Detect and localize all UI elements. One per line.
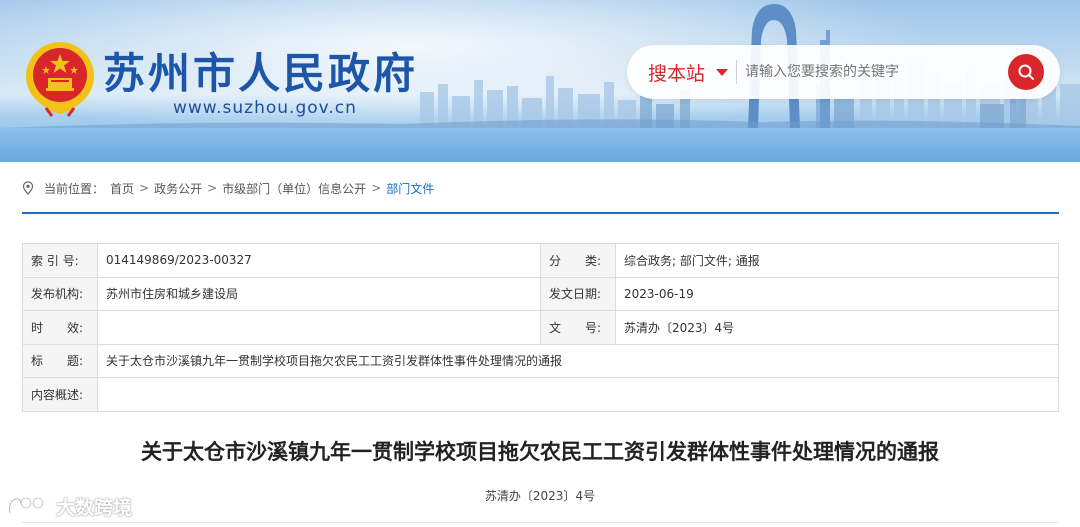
search-icon: [1018, 64, 1034, 80]
title-label: 标 题:: [22, 343, 98, 378]
category-value: 综合政务; 部门文件; 通报: [615, 243, 1059, 278]
breadcrumb-separator: >: [139, 181, 150, 195]
summary-label: 内容概述:: [22, 377, 98, 412]
breadcrumb-separator: >: [371, 181, 382, 195]
validity-label: 时 效:: [22, 310, 98, 345]
table-row: 标 题: 关于太仓市沙溪镇九年一贯制学校项目拖欠农民工工资引发群体性事件处理情况…: [22, 343, 1059, 378]
watermark-text: 大数跨境: [56, 496, 133, 519]
breadcrumb: 当前位置： 首页 > 政务公开 > 市级部门（单位）信息公开 > 部门文件: [22, 179, 434, 197]
breadcrumb-item-dept-files[interactable]: 部门文件: [386, 180, 434, 197]
summary-value: [97, 377, 1059, 412]
search-input[interactable]: [745, 58, 995, 86]
title-value: 关于太仓市沙溪镇九年一贯制学校项目拖欠农民工工资引发群体性事件处理情况的通报: [97, 343, 1059, 378]
location-pin-icon: [22, 181, 34, 195]
breadcrumb-item-home[interactable]: 首页: [110, 180, 134, 197]
table-row: 发布机构: 苏州市住房和城乡建设局 发文日期: 2023-06-19: [22, 276, 1059, 311]
table-row: 索 引 号: 014149869/2023-00327 分 类: 综合政务; 部…: [22, 243, 1059, 278]
search-box: 搜本站: [627, 45, 1060, 99]
docno-label: 文 号:: [540, 310, 616, 345]
table-row: 时 效: 文 号: 苏清办〔2023〕4号: [22, 310, 1059, 345]
date-label: 发文日期:: [540, 276, 616, 311]
category-label: 分 类:: [540, 243, 616, 278]
index-label: 索 引 号:: [22, 243, 98, 278]
search-scope-dropdown[interactable]: 搜本站: [648, 59, 705, 86]
table-row: 内容概述:: [22, 377, 1059, 412]
header-banner: 苏州市人民政府 www.suzhou.gov.cn 搜本站: [0, 0, 1080, 162]
site-title: 苏州市人民政府: [103, 49, 419, 98]
article-doc-number: 苏清办〔2023〕4号: [484, 489, 596, 503]
index-value: 014149869/2023-00327: [97, 243, 541, 278]
brand-logo-icon: [8, 496, 45, 514]
caret-down-icon[interactable]: [716, 69, 728, 76]
article-title: 关于太仓市沙溪镇九年一贯制学校项目拖欠农民工工资引发群体性事件处理情况的通报: [141, 440, 939, 464]
national-emblem-icon: [26, 42, 94, 117]
issuer-label: 发布机构:: [22, 276, 98, 311]
date-value: 2023-06-19: [615, 276, 1059, 311]
breadcrumb-divider: [22, 212, 1059, 214]
docno-value: 苏清办〔2023〕4号: [615, 310, 1059, 345]
site-domain: www.suzhou.gov.cn: [173, 98, 357, 118]
breadcrumb-separator: >: [207, 181, 218, 195]
watermark: 大数跨境: [6, 492, 132, 520]
content-divider: [22, 522, 1059, 523]
document-info-table: 索 引 号: 014149869/2023-00327 分 类: 综合政务; 部…: [22, 243, 1059, 412]
validity-value: [97, 310, 541, 345]
banner-water: [0, 128, 1080, 162]
breadcrumb-prefix: 当前位置：: [44, 181, 105, 196]
issuer-value: 苏州市住房和城乡建设局: [97, 276, 541, 311]
search-divider: [736, 60, 737, 84]
search-button[interactable]: [1008, 54, 1044, 90]
breadcrumb-item-departments[interactable]: 市级部门（单位）信息公开: [222, 180, 366, 197]
breadcrumb-item-gov-affairs[interactable]: 政务公开: [154, 180, 202, 197]
